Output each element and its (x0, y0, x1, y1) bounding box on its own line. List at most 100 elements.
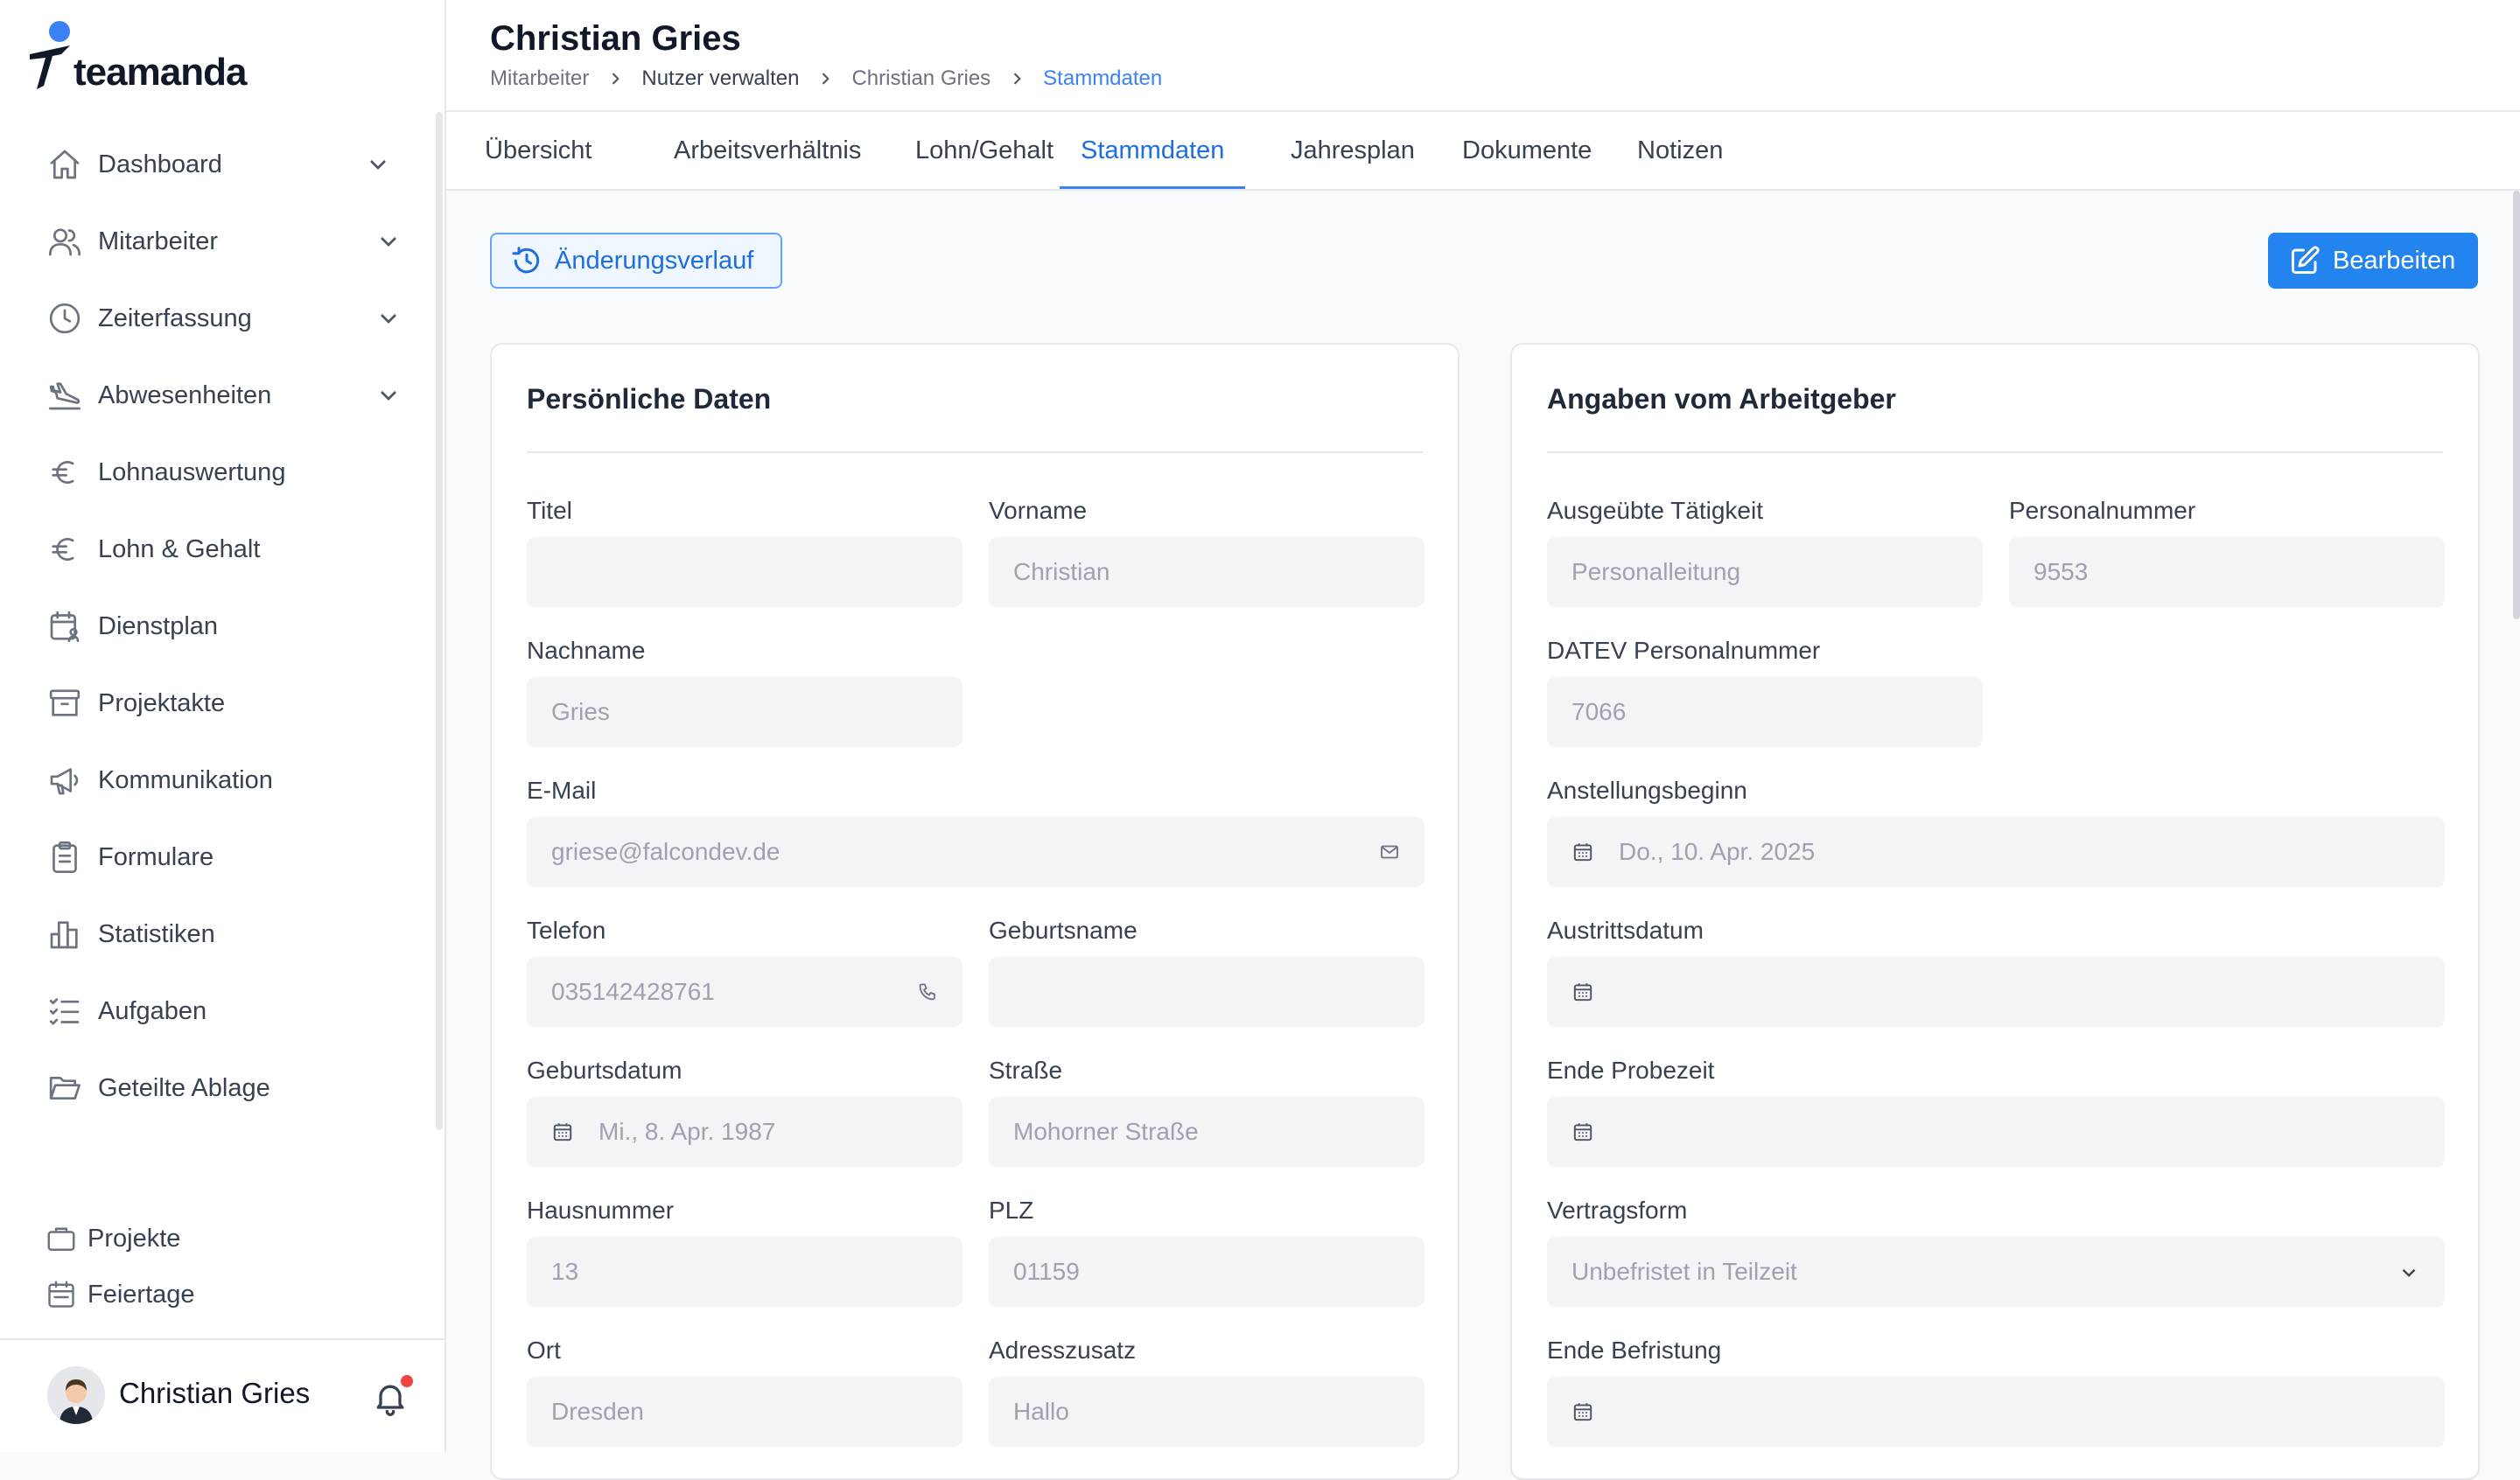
telefon-field[interactable]: 035142428761 (527, 957, 962, 1027)
chevron-down-icon[interactable] (364, 150, 392, 178)
sidebar-item-kommunikation[interactable]: Kommunikation (46, 754, 413, 806)
strasse-field[interactable]: Mohorner Straße (989, 1097, 1424, 1167)
ende-probezeit-field[interactable] (1547, 1097, 2445, 1167)
sidebar-item-dashboard[interactable]: Dashboard (46, 138, 413, 191)
clipboard-icon (46, 838, 84, 876)
euro-icon (46, 530, 84, 569)
chevron-down-icon[interactable] (374, 381, 402, 409)
history-button[interactable]: Änderungsverlauf (490, 233, 782, 289)
breadcrumb-item[interactable]: Mitarbeiter (490, 66, 589, 91)
anstellungsbeginn-field[interactable]: Do., 10. Apr. 2025 (1547, 817, 2445, 887)
datev-personalnummer-field[interactable]: 7066 (1547, 677, 1983, 747)
sidebar-item-zeiterfassung[interactable]: Zeiterfassung (46, 292, 413, 345)
chevron-down-icon[interactable] (374, 227, 402, 255)
sidebar-item-dienstplan[interactable]: Dienstplan (46, 600, 413, 653)
sidebar-item-mitarbeiter[interactable]: Mitarbeiter (46, 215, 413, 268)
vorname-field[interactable]: Christian (989, 537, 1424, 607)
tab-notizen[interactable]: Notizen (1616, 112, 1744, 189)
chevron-down-icon[interactable] (374, 304, 402, 332)
sidebar-item-label: Aufgaben (98, 996, 207, 1025)
field-label: Nachname (527, 637, 646, 664)
geburtsname-field[interactable] (989, 957, 1424, 1027)
adresszusatz-field[interactable]: Hallo (989, 1377, 1424, 1447)
sidebar-item-label: Lohn & Gehalt (98, 534, 261, 563)
avatar[interactable] (47, 1366, 105, 1424)
users-icon (46, 222, 84, 261)
ort-field[interactable]: Dresden (527, 1377, 962, 1447)
sidebar-item-abwesenheiten[interactable]: Abwesenheiten (46, 369, 413, 422)
tab-arbeitsverhaeltnis[interactable]: Arbeitsverhältnis (653, 112, 882, 189)
personalnummer-field[interactable]: 9553 (2009, 537, 2445, 607)
clock-icon (46, 299, 84, 338)
sidebar-user-footer: Christian Gries (0, 1338, 444, 1452)
sidebar-item-geteilte-ablage[interactable]: Geteilte Ablage (46, 1062, 413, 1114)
app-logo[interactable]: teamanda (26, 19, 247, 94)
vertragsform-select[interactable]: Unbefristet in Teilzeit (1547, 1237, 2445, 1307)
sidebar-item-label: Abwesenheiten (98, 380, 272, 409)
sidebar-item-lohn-gehalt[interactable]: Lohn & Gehalt (46, 523, 413, 576)
phone-icon (919, 983, 935, 1001)
logo-icon (30, 21, 70, 89)
tab-stammdaten[interactable]: Stammdaten (1060, 112, 1246, 189)
tab-lohn-gehalt[interactable]: Lohn/Gehalt (894, 112, 1074, 189)
field-value: 9553 (2034, 558, 2089, 585)
divider (1547, 451, 2443, 453)
history-icon (512, 247, 540, 274)
chevron-right-icon (612, 73, 620, 85)
sidebar-item-projektakte[interactable]: Projektakte (46, 677, 413, 730)
sidebar-item-formulare[interactable]: Formulare (46, 831, 413, 883)
field-label: Vertragsform (1547, 1197, 1688, 1224)
card-title: Angaben vom Arbeitgeber (1547, 383, 1896, 415)
ende-befristung-field[interactable] (1547, 1377, 2445, 1447)
sidebar-scrollbar[interactable] (436, 112, 443, 1130)
history-button-label: Änderungsverlauf (555, 246, 754, 275)
field-label: Personalnummer (2009, 497, 2196, 524)
sidebar-item-projekte[interactable]: Projekte (46, 1217, 180, 1260)
page-scrollbar[interactable] (2513, 191, 2520, 619)
calendar-icon (1573, 1123, 1592, 1141)
briefcase-icon (47, 1227, 75, 1251)
field-label: Geburtsdatum (527, 1057, 682, 1084)
field-value: Hallo (1013, 1398, 1069, 1425)
austrittsdatum-field[interactable] (1547, 957, 2445, 1027)
field-label: DATEV Personalnummer (1547, 637, 1821, 664)
sidebar-item-lohnauswertung[interactable]: Lohnauswertung (46, 446, 413, 499)
sidebar-item-statistiken[interactable]: Statistiken (46, 908, 413, 960)
user-name[interactable]: Christian Gries (119, 1377, 310, 1410)
titel-field[interactable] (527, 537, 962, 607)
calendar-icon (1573, 843, 1592, 862)
breadcrumb-item[interactable]: Christian Gries (851, 66, 990, 91)
field-value: Gries (551, 698, 610, 725)
calendar-icon (553, 1123, 572, 1141)
field-value: 7066 (1572, 698, 1627, 725)
sidebar-item-label: Formulare (98, 842, 214, 871)
email-field[interactable]: griese@falcondev.de (527, 817, 1424, 887)
tab-uebersicht[interactable]: Übersicht (464, 112, 613, 189)
sidebar-item-label: Feiertage (88, 1280, 195, 1309)
taetigkeit-field[interactable]: Personalleitung (1547, 537, 1983, 607)
field-value: Do., 10. Apr. 2025 (1619, 838, 1816, 865)
geburtsdatum-field[interactable]: Mi., 8. Apr. 1987 (527, 1097, 962, 1167)
sidebar-item-feiertage[interactable]: Feiertage (46, 1273, 195, 1316)
calendar-icon (1573, 1403, 1592, 1421)
sidebar-item-label: Kommunikation (98, 765, 273, 794)
chevron-right-icon (1013, 73, 1021, 85)
field-label: Ende Probezeit (1547, 1057, 1715, 1084)
edit-button[interactable]: Bearbeiten (2268, 233, 2478, 289)
notification-badge (401, 1375, 413, 1387)
hausnummer-field[interactable]: 13 (527, 1237, 962, 1307)
breadcrumb: Mitarbeiter Nutzer verwalten Christian G… (490, 66, 1162, 91)
plz-field[interactable]: 01159 (989, 1237, 1424, 1307)
chevron-right-icon (822, 73, 830, 85)
field-label: Geburtsname (989, 917, 1138, 944)
field-label: Adresszusatz (989, 1337, 1137, 1364)
nachname-field[interactable]: Gries (527, 677, 962, 747)
field-label: Telefon (527, 917, 606, 944)
tab-jahresplan[interactable]: Jahresplan (1270, 112, 1436, 189)
chevron-down-icon (2402, 1268, 2416, 1277)
field-value: Mohorner Straße (1013, 1118, 1199, 1145)
tab-dokumente[interactable]: Dokumente (1441, 112, 1613, 189)
breadcrumb-item[interactable]: Nutzer verwalten (641, 66, 799, 91)
sidebar-item-aufgaben[interactable]: Aufgaben (46, 985, 413, 1037)
sidebar-item-label: Projektakte (98, 688, 226, 717)
